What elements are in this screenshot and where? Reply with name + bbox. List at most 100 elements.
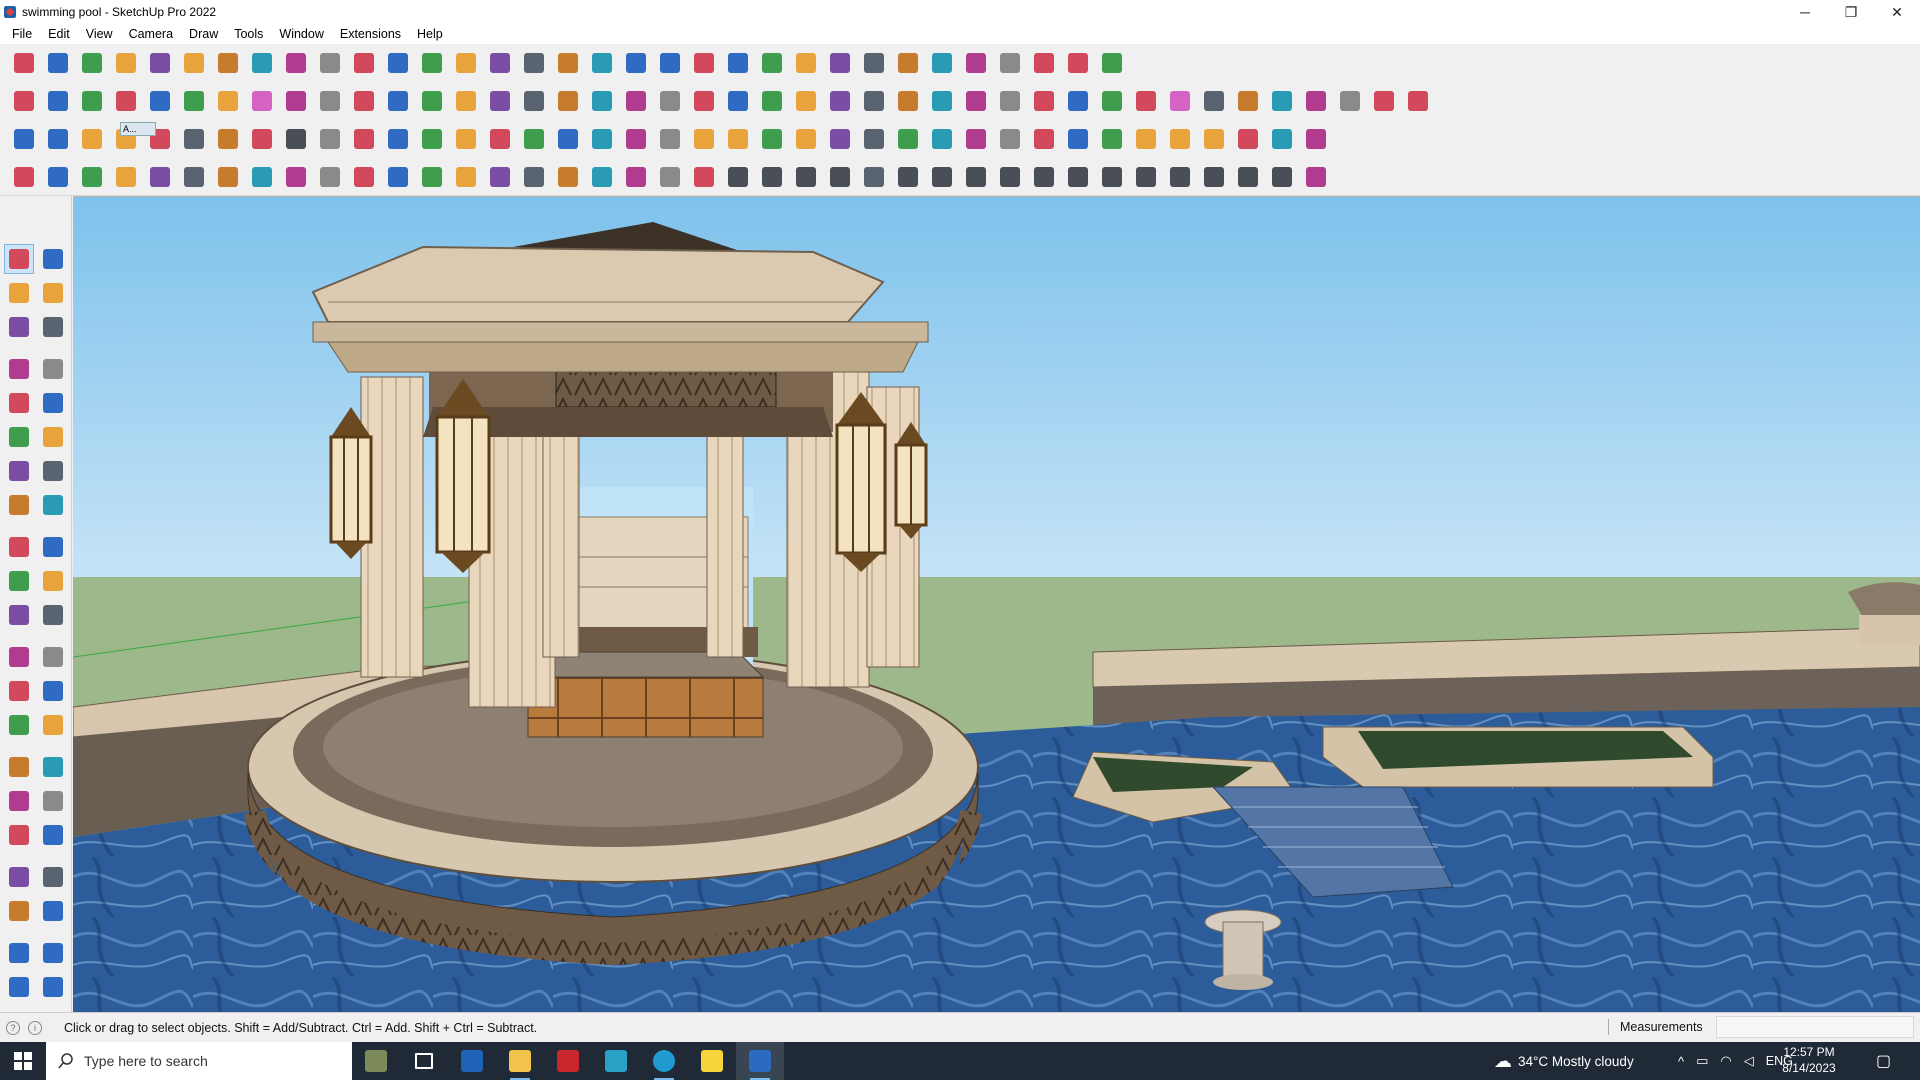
bell-icon[interactable] xyxy=(622,124,650,154)
3d-text-tool-icon[interactable] xyxy=(39,711,67,739)
arc-3pt-tool-icon[interactable] xyxy=(5,491,33,519)
roof-icon[interactable] xyxy=(316,124,344,154)
calculator-icon[interactable] xyxy=(448,1042,496,1080)
scale-tool-icon[interactable] xyxy=(5,601,33,629)
shape-circle-icon[interactable] xyxy=(860,86,888,116)
tape-measure-icon[interactable] xyxy=(384,48,412,78)
cloth-icon[interactable] xyxy=(1336,86,1364,116)
orbit-icon[interactable] xyxy=(486,48,514,78)
follow-me-icon[interactable] xyxy=(248,48,276,78)
pencil-icon[interactable] xyxy=(112,48,140,78)
section-plane-icon[interactable] xyxy=(622,48,650,78)
lines3-icon[interactable] xyxy=(792,162,820,192)
circle-dotted-icon[interactable] xyxy=(1268,124,1296,154)
rail2-icon[interactable] xyxy=(384,162,412,192)
menu-help[interactable]: Help xyxy=(409,24,451,44)
dimension-tool-icon[interactable] xyxy=(39,643,67,671)
paint-icon[interactable] xyxy=(180,48,208,78)
offset-tool-icon[interactable] xyxy=(39,601,67,629)
scene-canvas[interactable] xyxy=(73,197,1920,1012)
frame-icon[interactable] xyxy=(1098,124,1126,154)
curve-pts-icon[interactable] xyxy=(452,124,480,154)
orbit2-tool-icon[interactable] xyxy=(5,753,33,781)
paint-red-icon[interactable] xyxy=(1404,86,1432,116)
shell-icon[interactable] xyxy=(1302,86,1330,116)
cube-split-icon[interactable] xyxy=(962,124,990,154)
undo-icon[interactable] xyxy=(1030,48,1058,78)
wifi-icon[interactable]: ◠ xyxy=(1720,1053,1731,1069)
rotate-icon[interactable] xyxy=(316,48,344,78)
notification-icon[interactable]: ▢ xyxy=(1876,1051,1891,1071)
sketchup-3-icon[interactable] xyxy=(592,1042,640,1080)
restore-button[interactable]: ❐ xyxy=(1828,0,1874,24)
pattern-green-icon[interactable] xyxy=(894,124,922,154)
wood-icon[interactable] xyxy=(350,124,378,154)
components-icon[interactable] xyxy=(758,48,786,78)
warning-icon[interactable] xyxy=(656,124,684,154)
shape-ring-icon[interactable] xyxy=(1064,86,1092,116)
protractor-tool-icon[interactable] xyxy=(5,677,33,705)
pan-tool-icon[interactable] xyxy=(39,753,67,781)
iso-view-icon[interactable] xyxy=(418,86,446,116)
sphere-icon[interactable] xyxy=(282,162,310,192)
zoom-window-tool-icon[interactable] xyxy=(39,787,67,815)
line-tool-icon[interactable] xyxy=(5,355,33,383)
down-arrow-icon[interactable] xyxy=(928,48,956,78)
move-icon[interactable] xyxy=(282,48,310,78)
zoom-icon[interactable] xyxy=(554,48,582,78)
hatch2-icon[interactable] xyxy=(1064,162,1092,192)
lines-icon[interactable] xyxy=(724,162,752,192)
grid-icon[interactable] xyxy=(1234,86,1262,116)
function-icon[interactable] xyxy=(724,86,752,116)
box-xray-icon[interactable] xyxy=(44,86,72,116)
x-ray-icon[interactable] xyxy=(690,48,718,78)
rotate-tool-icon[interactable] xyxy=(5,567,33,595)
stripes5-icon[interactable] xyxy=(1234,162,1262,192)
cross-blue-icon[interactable] xyxy=(554,124,582,154)
sandbox-icon[interactable] xyxy=(860,48,888,78)
acrobat-icon[interactable] xyxy=(544,1042,592,1080)
columns-icon[interactable] xyxy=(554,162,582,192)
walk-tool-icon[interactable] xyxy=(5,897,33,925)
taskbar-app-game[interactable] xyxy=(352,1042,400,1080)
ring-orange-icon[interactable] xyxy=(724,124,752,154)
sticky-notes-icon[interactable] xyxy=(688,1042,736,1080)
volume-icon[interactable]: ◁ xyxy=(1744,1053,1754,1069)
fence-icon[interactable] xyxy=(486,162,514,192)
left-view-icon[interactable] xyxy=(588,86,616,116)
zoom-tool-icon[interactable] xyxy=(5,787,33,815)
redo-icon[interactable] xyxy=(1064,48,1092,78)
measure-red-icon[interactable] xyxy=(1132,86,1160,116)
credits-icon[interactable]: i xyxy=(28,1020,42,1035)
shape-ellipse-icon[interactable] xyxy=(928,86,956,116)
lines4-icon[interactable] xyxy=(826,162,854,192)
spring-icon[interactable] xyxy=(146,162,174,192)
house-icon[interactable] xyxy=(622,86,650,116)
cross-green-icon[interactable] xyxy=(520,124,548,154)
cross-red-icon[interactable] xyxy=(486,124,514,154)
box-shaded-icon[interactable] xyxy=(10,86,38,116)
hatch-icon[interactable] xyxy=(1030,162,1058,192)
wall-icon[interactable] xyxy=(10,162,38,192)
parallel-view-icon[interactable] xyxy=(316,86,344,116)
image-icon[interactable] xyxy=(1370,86,1398,116)
up-arrow-icon[interactable] xyxy=(894,48,922,78)
menu-tools[interactable]: Tools xyxy=(226,24,271,44)
shape-poly-icon[interactable] xyxy=(894,86,922,116)
face-yellow-icon[interactable] xyxy=(78,124,106,154)
tag-icon[interactable] xyxy=(758,86,786,116)
tape-measure-tool-icon[interactable] xyxy=(5,643,33,671)
weather-widget[interactable]: ☁ 34°C Mostly cloudy xyxy=(1494,1042,1634,1080)
square-red-icon[interactable] xyxy=(248,124,276,154)
shape-arc-icon[interactable] xyxy=(996,86,1024,116)
edge-icon[interactable] xyxy=(640,1042,688,1080)
styles-icon[interactable] xyxy=(826,48,854,78)
stripes2-icon[interactable] xyxy=(928,162,956,192)
gear-dark-icon[interactable] xyxy=(1166,162,1194,192)
eraser-icon[interactable] xyxy=(78,48,106,78)
lines2-icon[interactable] xyxy=(758,162,786,192)
zoom-extents-tool-icon[interactable] xyxy=(5,821,33,849)
eraser-tool-icon[interactable] xyxy=(39,279,67,307)
house-outline-icon[interactable] xyxy=(656,86,684,116)
stripes3-icon[interactable] xyxy=(962,162,990,192)
